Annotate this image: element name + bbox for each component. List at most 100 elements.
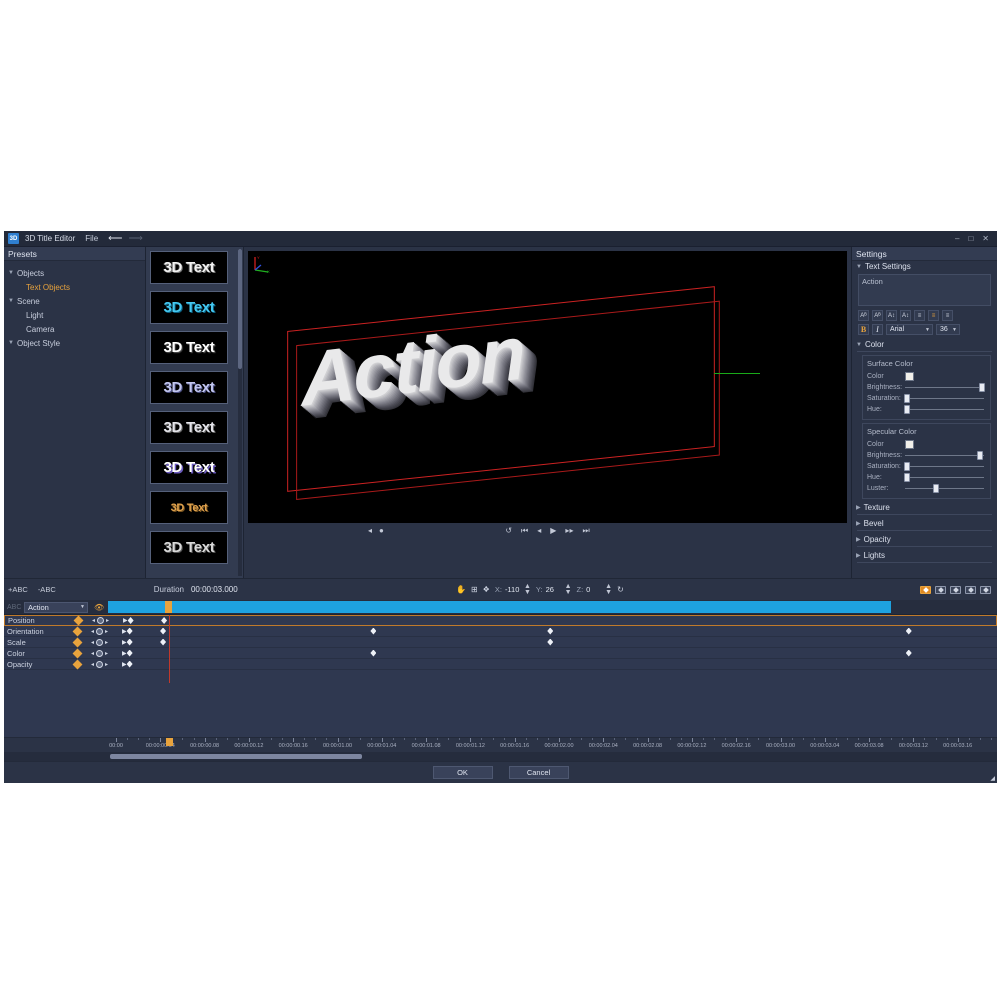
section-header-lights[interactable]: ▶ Lights: [852, 550, 997, 561]
track-keyframe-nav[interactable]: ◂ ▸: [92, 617, 118, 624]
color-section-header[interactable]: ▼ Color: [852, 339, 997, 350]
keyframe-marker[interactable]: [160, 638, 167, 646]
text-settings-section-header[interactable]: ▼ Text Settings: [852, 261, 997, 272]
preset-thumbnail[interactable]: 3D Text: [150, 251, 228, 284]
preset-tree-item-light[interactable]: Light: [8, 308, 145, 322]
keyframe-prev-icon[interactable]: [935, 585, 946, 594]
step-forward-icon[interactable]: ▸▸: [565, 527, 573, 535]
keyframe-next-icon[interactable]: [950, 585, 961, 594]
minimize-button[interactable]: –: [955, 234, 959, 243]
color-swatch[interactable]: [905, 372, 914, 381]
track-keyframe-toggle-icon[interactable]: [72, 659, 83, 669]
keyframe-add-icon[interactable]: [920, 585, 931, 594]
slider-knob[interactable]: [904, 394, 911, 403]
coord-field-x[interactable]: X: -110 ▲ ▼: [495, 583, 531, 596]
prev-key-icon[interactable]: ◂: [92, 617, 95, 624]
menu-file[interactable]: File: [81, 234, 102, 243]
preview-canvas[interactable]: Y X Action: [248, 251, 847, 523]
coord-field-y[interactable]: Y: 26 ▲ ▼: [536, 583, 572, 596]
slider[interactable]: [904, 462, 986, 471]
next-key-icon[interactable]: ▸: [105, 650, 108, 657]
loop-icon[interactable]: ↺: [505, 527, 512, 535]
track-keyframe-toggle-icon[interactable]: [73, 615, 84, 626]
track-lane[interactable]: [126, 626, 997, 637]
slider[interactable]: [905, 484, 986, 493]
track-row[interactable]: Scale ◂ ▸ ▶: [4, 637, 997, 648]
maximize-button[interactable]: □: [968, 234, 973, 243]
key-dot-icon[interactable]: [96, 660, 104, 668]
duration-field[interactable]: Duration 00:00:03.000: [154, 585, 238, 594]
slider-knob[interactable]: [904, 473, 911, 482]
track-lane[interactable]: [126, 648, 997, 659]
line-height-icon[interactable]: A↕: [886, 310, 897, 321]
keyframe-marker[interactable]: [370, 627, 377, 635]
preset-thumbnail[interactable]: 3D Text: [150, 451, 228, 484]
key-dot-icon[interactable]: [96, 627, 104, 635]
preset-thumbnail[interactable]: 3D Text: [150, 371, 228, 404]
preset-thumbnail-list[interactable]: 3D Text 3D Text 3D Text 3D Text 3D Text 3D Te…: [146, 247, 244, 578]
duration-value[interactable]: 00:00:03.000: [191, 585, 238, 594]
prev-key-icon[interactable]: ◂: [91, 650, 94, 657]
track-keyframe-nav[interactable]: ◂ ▸: [91, 649, 117, 657]
keyframe-remove-icon[interactable]: [980, 585, 991, 594]
resize-grip-icon[interactable]: ◢: [990, 775, 995, 782]
slider-knob[interactable]: [904, 405, 911, 414]
eye-icon[interactable]: 👁: [94, 603, 104, 612]
keyframe-marker[interactable]: [547, 638, 554, 646]
spinner-icon[interactable]: ▲ ▼: [524, 583, 531, 596]
timeline-ruler[interactable]: 00:00 00:00:00.04 00:00:00.08 00:00:00.12 00…: [4, 737, 997, 752]
key-dot-icon[interactable]: [96, 638, 104, 646]
track-row[interactable]: Opacity ◂ ▸ ▶: [4, 659, 997, 670]
timeline-hscrollbar[interactable]: [4, 752, 997, 761]
undo-arrow-icon[interactable]: ⟵: [108, 233, 122, 244]
keyframe-marker[interactable]: [126, 638, 133, 646]
preset-tree-item-scene[interactable]: ▼ Scene: [8, 294, 145, 308]
rotate-tool-icon[interactable]: ❖: [483, 585, 490, 594]
coord-value[interactable]: -110: [505, 585, 521, 594]
preset-thumbnail[interactable]: 3D Text: [150, 331, 228, 364]
font-family-select[interactable]: Arial: [886, 324, 933, 335]
keyframe-marker[interactable]: [160, 627, 167, 635]
next-key-icon[interactable]: ▸: [106, 617, 109, 624]
slider[interactable]: [904, 405, 986, 414]
bold-button[interactable]: B: [858, 324, 869, 335]
remove-text-button[interactable]: -ABC: [38, 585, 56, 594]
keyframe-marker[interactable]: [126, 627, 133, 635]
track-keyframe-toggle-icon[interactable]: [72, 626, 83, 636]
slider[interactable]: [904, 394, 986, 403]
keyframe-marker[interactable]: [370, 649, 377, 657]
keyframe-marker[interactable]: [127, 617, 134, 624]
layer-clip-track[interactable]: [108, 600, 997, 615]
section-header-texture[interactable]: ▶ Texture: [852, 502, 997, 513]
section-header-bevel[interactable]: ▶ Bevel: [852, 518, 997, 529]
next-key-icon[interactable]: ▸: [105, 639, 108, 646]
slider[interactable]: [905, 383, 986, 392]
play-icon[interactable]: ▶: [550, 527, 556, 535]
spinner-icon[interactable]: ▲ ▼: [565, 583, 572, 596]
track-keyframe-toggle-icon[interactable]: [72, 648, 83, 658]
preset-thumbnail[interactable]: 3D Text: [150, 291, 228, 324]
slider-knob[interactable]: [932, 484, 939, 493]
line-height-inc-icon[interactable]: A↕: [900, 310, 911, 321]
preset-thumbnail[interactable]: 3D Text: [150, 411, 228, 444]
section-header-opacity[interactable]: ▶ Opacity: [852, 534, 997, 545]
italic-button[interactable]: I: [872, 324, 883, 335]
preset-scrollbar[interactable]: [238, 249, 242, 576]
skip-forward-icon[interactable]: ⏭: [582, 527, 589, 535]
layer-playhead-marker[interactable]: [165, 600, 173, 613]
key-dot-icon[interactable]: [96, 649, 104, 657]
keyframe-marker[interactable]: [905, 627, 912, 635]
redo-arrow-icon[interactable]: ⟶: [128, 233, 142, 244]
next-key-icon[interactable]: ▸: [105, 628, 108, 635]
cancel-button[interactable]: Cancel: [508, 766, 569, 779]
coord-value[interactable]: 0: [586, 585, 602, 594]
char-spacing-wide-icon[interactable]: Aᴮ: [872, 310, 883, 321]
slider-knob[interactable]: [976, 451, 983, 460]
playhead-handle[interactable]: [166, 738, 173, 746]
track-keyframe-nav[interactable]: ◂ ▸: [91, 627, 117, 635]
font-size-select[interactable]: 36: [936, 324, 960, 335]
prev-key-icon[interactable]: ◂: [91, 639, 94, 646]
ok-button[interactable]: OK: [432, 766, 493, 779]
prev-key-icon[interactable]: ◂: [91, 628, 94, 635]
track-row[interactable]: Position ◂ ▸ ▶: [4, 615, 997, 626]
